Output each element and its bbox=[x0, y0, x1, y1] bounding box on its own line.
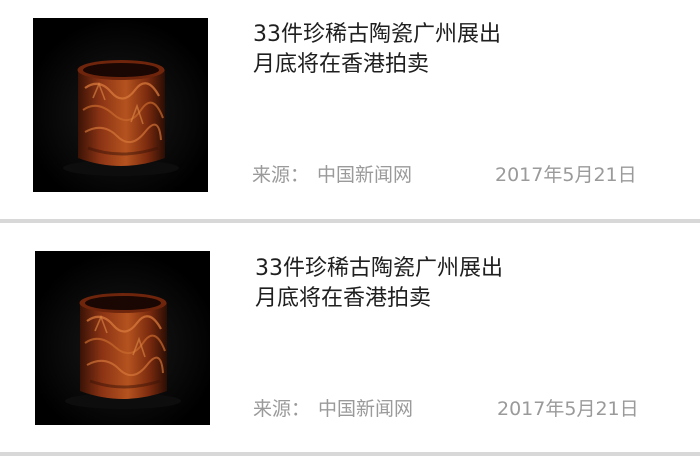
news-thumbnail[interactable] bbox=[33, 18, 208, 192]
news-title-line: 月底将在香港拍卖 bbox=[253, 52, 430, 77]
divider bbox=[0, 452, 700, 456]
news-feed: 33件珍稀古陶瓷广州展出 月底将在香港拍卖 来源： 中国新闻网 2017年5月21… bbox=[0, 0, 700, 465]
news-card[interactable]: 33件珍稀古陶瓷广州展出 月底将在香港拍卖 来源： 中国新闻网 2017年5月21… bbox=[0, 232, 700, 458]
news-title[interactable]: 33件珍稀古陶瓷广州展出 月底将在香港拍卖 bbox=[255, 254, 503, 314]
news-title-line: 月底将在香港拍卖 bbox=[255, 286, 432, 311]
brush-pot-image-icon bbox=[35, 251, 210, 425]
news-thumbnail[interactable] bbox=[35, 251, 210, 425]
source-name: 中国新闻网 bbox=[317, 164, 413, 186]
news-title-line: 33件珍稀古陶瓷广州展出 bbox=[253, 22, 501, 47]
news-source: 来源： 中国新闻网 bbox=[253, 397, 413, 421]
news-title[interactable]: 33件珍稀古陶瓷广州展出 月底将在香港拍卖 bbox=[253, 20, 501, 80]
brush-pot-image-icon bbox=[33, 18, 208, 192]
source-label: 来源： bbox=[252, 164, 310, 186]
news-title-line: 33件珍稀古陶瓷广州展出 bbox=[255, 256, 503, 281]
source-name: 中国新闻网 bbox=[318, 398, 414, 420]
news-date: 2017年5月21日 bbox=[495, 164, 637, 186]
source-label: 来源： bbox=[253, 398, 311, 420]
news-source: 来源： 中国新闻网 bbox=[252, 163, 412, 187]
divider bbox=[0, 219, 700, 223]
news-card[interactable]: 33件珍稀古陶瓷广州展出 月底将在香港拍卖 来源： 中国新闻网 2017年5月21… bbox=[0, 0, 700, 226]
news-date: 2017年5月21日 bbox=[497, 398, 639, 420]
